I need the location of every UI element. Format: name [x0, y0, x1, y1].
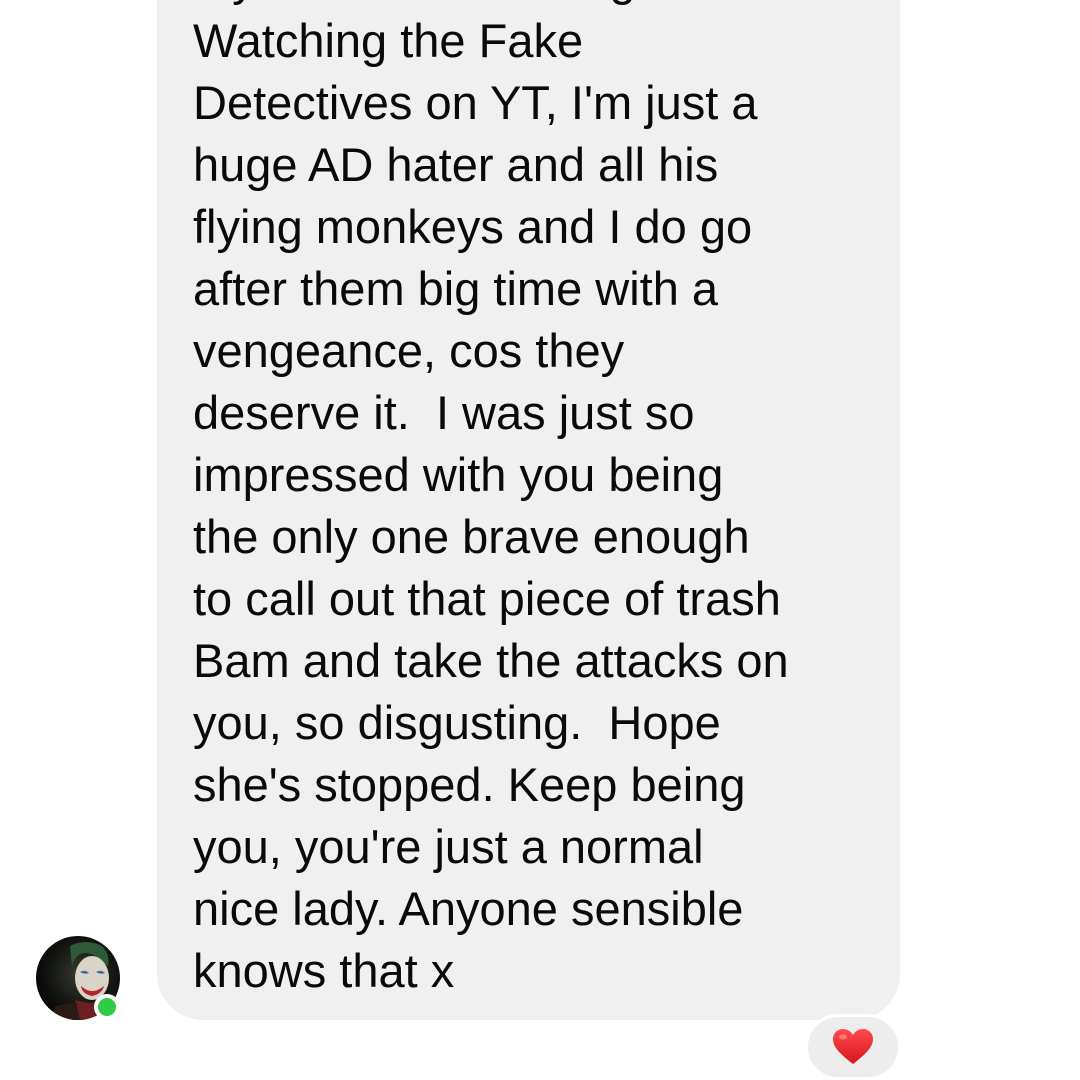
- online-status-dot: [94, 994, 120, 1020]
- reaction-badge[interactable]: [805, 1014, 901, 1080]
- message-line: flying monkeys and I do go: [193, 200, 753, 253]
- message-line: deserve it. I was just so: [193, 386, 695, 439]
- message-line: you, so disgusting. Hope: [193, 696, 721, 749]
- message-line: to call out that piece of trash: [193, 572, 781, 625]
- message-line: the only one brave enough: [193, 510, 750, 563]
- chat-screen: my friend who can't get on here. Watchin…: [0, 0, 1080, 1080]
- message-line: Detectives on YT, I'm just a: [193, 76, 758, 129]
- message-line: she's stopped. Keep being: [193, 758, 746, 811]
- message-line: after them big time with a: [193, 262, 719, 315]
- sender-avatar[interactable]: [36, 936, 120, 1020]
- message-line: my friend who can't get on here.: [193, 0, 883, 10]
- message-line: nice lady. Anyone sensible: [193, 882, 744, 935]
- message-line: huge AD hater and all his: [193, 138, 719, 191]
- message-line: knows that x: [193, 944, 455, 997]
- message-line: Watching the Fake: [193, 14, 584, 67]
- message-line: vengeance, cos they: [193, 324, 625, 377]
- message-line: Bam and take the attacks on: [193, 634, 789, 687]
- heart-icon: [833, 1029, 873, 1064]
- message-line: you, you're just a normal: [193, 820, 704, 873]
- message-line: impressed with you being: [193, 448, 724, 501]
- message-text: my friend who can't get on here. Watchin…: [193, 0, 883, 1002]
